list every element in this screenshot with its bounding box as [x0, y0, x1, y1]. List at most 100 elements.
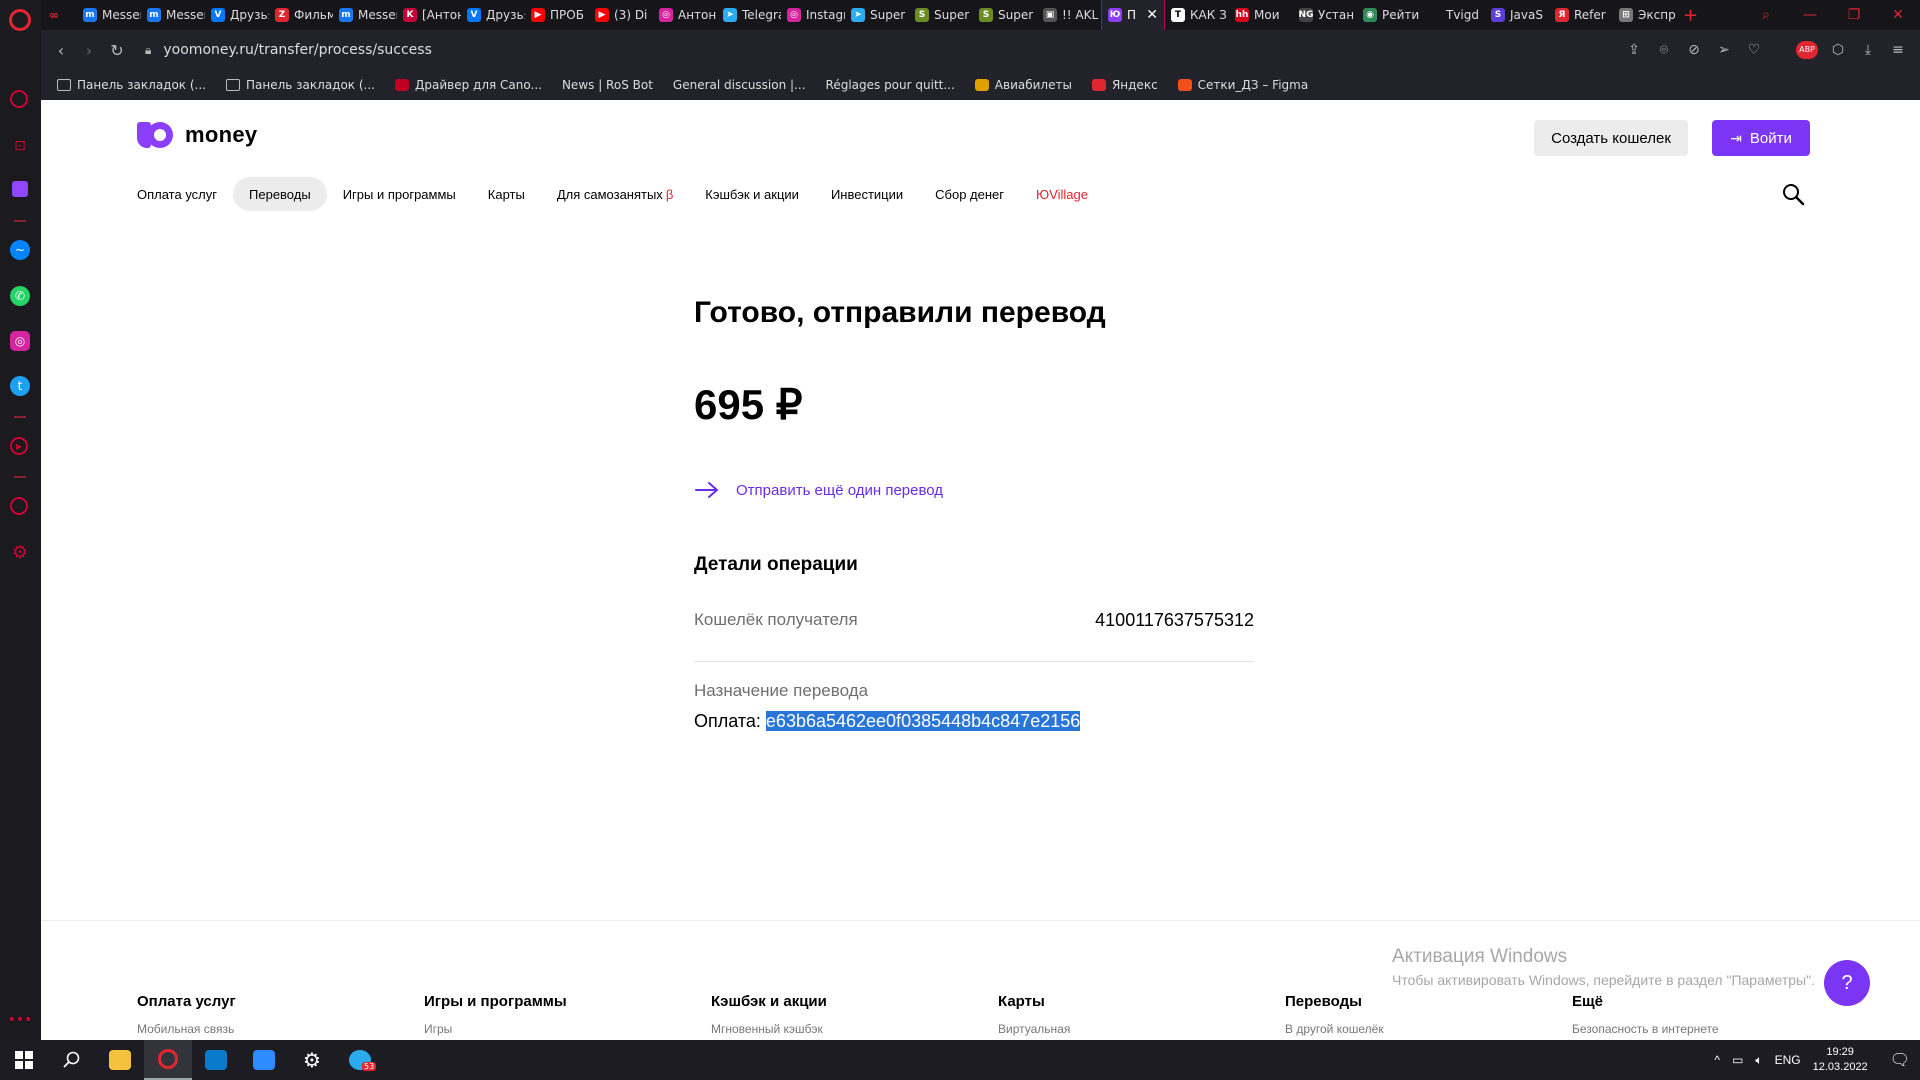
browser-tab[interactable]: ◎ Instagram: [781, 0, 845, 30]
send-again-link[interactable]: Отправить ещё один перевод: [694, 481, 943, 499]
windows-start-icon[interactable]: [0, 1040, 48, 1080]
footer-column-title[interactable]: Переводы: [1285, 993, 1572, 1010]
settings-taskbar-icon[interactable]: ⚙: [288, 1040, 336, 1080]
nav-item[interactable]: Инвестиции: [815, 177, 919, 211]
help-button[interactable]: ?: [1824, 960, 1870, 1006]
whatsapp-icon[interactable]: ✆: [10, 286, 30, 306]
notifications-icon[interactable]: 🗨︎: [1890, 1050, 1910, 1070]
browser-tab[interactable]: hh Мои: [1229, 0, 1293, 30]
browser-tab[interactable]: Z Фильмы: [269, 0, 333, 30]
nav-item[interactable]: Переводы: [233, 177, 327, 211]
workspace-icon[interactable]: ∞: [41, 0, 77, 30]
nav-item[interactable]: Карты: [472, 177, 541, 211]
nav-item[interactable]: Игры и программы: [327, 177, 472, 211]
footer-column-title[interactable]: Игры и программы: [424, 993, 711, 1010]
extensions-cube-icon[interactable]: ⬡: [1828, 42, 1848, 58]
restore-icon[interactable]: ❐: [1832, 7, 1876, 23]
clock[interactable]: 19:29 12.03.2022: [1813, 1045, 1868, 1075]
settings-gear-icon[interactable]: ⚙: [10, 542, 30, 563]
opera-logo-icon[interactable]: [9, 9, 31, 31]
browser-tab[interactable]: Ю П ✕: [1101, 0, 1165, 30]
tray-chevron-icon[interactable]: ^: [1714, 1053, 1720, 1067]
browser-tab[interactable]: Я Refer: [1549, 0, 1613, 30]
bookmark-item[interactable]: General discussion |...: [673, 78, 806, 92]
nav-item[interactable]: Для самозанятых β: [541, 177, 689, 211]
opera-taskbar-icon[interactable]: [144, 1040, 192, 1080]
shopping-bag-icon[interactable]: ⊡: [10, 136, 30, 156]
reload-icon[interactable]: ↻: [103, 41, 131, 60]
browser-tab[interactable]: m Messenger: [77, 0, 141, 30]
yoomoney-logo[interactable]: money: [137, 122, 257, 148]
instagram-icon[interactable]: ◎: [10, 331, 30, 351]
browser-tab[interactable]: ▣ !! AKL: [1037, 0, 1101, 30]
browser-tab[interactable]: ⊞ Экспр: [1613, 0, 1677, 30]
send-icon[interactable]: ➢: [1714, 42, 1734, 58]
file-explorer-icon[interactable]: [96, 1040, 144, 1080]
browser-tab[interactable]: Tvigd: [1421, 0, 1485, 30]
footer-column-title[interactable]: Карты: [998, 993, 1285, 1010]
footer-column-title[interactable]: Кэшбэк и акции: [711, 993, 998, 1010]
heart-icon[interactable]: ♡: [1744, 42, 1764, 58]
share-icon[interactable]: ⇪: [1624, 42, 1644, 58]
vscode-icon[interactable]: [192, 1040, 240, 1080]
footer-link[interactable]: Игры: [424, 1022, 711, 1036]
player-icon[interactable]: ▶: [10, 437, 28, 455]
minimize-icon[interactable]: —: [1788, 7, 1832, 23]
search-tabs-icon[interactable]: ⌕: [1744, 7, 1788, 23]
network-icon[interactable]: ▭: [1732, 1053, 1743, 1067]
footer-column-title[interactable]: Оплата услуг: [137, 993, 424, 1010]
footer-link[interactable]: Безопасность в интернете: [1572, 1022, 1859, 1036]
bookmark-item[interactable]: Панель закладок (...: [57, 78, 206, 92]
browser-tab[interactable]: S JavaS: [1485, 0, 1549, 30]
browser-tab[interactable]: NG Устан: [1293, 0, 1357, 30]
twitch-icon[interactable]: [12, 181, 28, 197]
language-indicator[interactable]: ENG: [1775, 1053, 1801, 1067]
messenger-icon[interactable]: ~: [10, 240, 30, 260]
bookmark-item[interactable]: Яндекс: [1091, 78, 1158, 92]
tab-close-icon[interactable]: ✕: [1146, 7, 1158, 23]
vpn-badge-icon[interactable]: ABP: [1796, 41, 1818, 59]
browser-tab[interactable]: ▶ ПРОБ: [525, 0, 589, 30]
nav-item[interactable]: Оплата услуг: [137, 177, 233, 211]
nav-item[interactable]: ЮVillage: [1020, 177, 1104, 211]
new-tab-plus-icon[interactable]: +: [1683, 5, 1698, 26]
nav-item[interactable]: Кэшбэк и акции: [689, 177, 815, 211]
browser-tab[interactable]: K [Антон: [397, 0, 461, 30]
browser-tab[interactable]: ➤ Super: [845, 0, 909, 30]
volume-icon[interactable]: 🔈︎: [1755, 1053, 1762, 1068]
browser-tab[interactable]: T КАК З: [1165, 0, 1229, 30]
browser-tab[interactable]: V Друзья: [205, 0, 269, 30]
bookmark-item[interactable]: Драйвер для Cano...: [395, 78, 542, 92]
search-icon[interactable]: [1781, 182, 1805, 206]
back-icon[interactable]: ‹: [47, 41, 75, 60]
browser-tab[interactable]: ◎ Антон: [653, 0, 717, 30]
history-icon[interactable]: [10, 497, 28, 515]
url-field[interactable]: yoomoney.ru/transfer/process/success: [163, 42, 431, 58]
bookmark-item[interactable]: Réglages pour quitt...: [826, 78, 955, 92]
browser-tab[interactable]: S Super: [973, 0, 1037, 30]
browser-tab[interactable]: S Super: [909, 0, 973, 30]
speed-dial-icon[interactable]: [10, 90, 28, 108]
menu-icon[interactable]: ≡: [1888, 42, 1908, 58]
create-wallet-button[interactable]: Создать кошелек: [1534, 120, 1688, 156]
browser-tab[interactable]: m Messenger: [333, 0, 397, 30]
browser-tab[interactable]: V Друзья: [461, 0, 525, 30]
browser-tab[interactable]: ▶ (3) Di: [589, 0, 653, 30]
camera-icon[interactable]: ⌾: [1654, 42, 1674, 58]
forward-icon[interactable]: ›: [75, 41, 103, 60]
more-dots-icon[interactable]: •••: [8, 1010, 33, 1030]
login-button[interactable]: ⇥ Войти: [1712, 120, 1810, 156]
bookmark-item[interactable]: Панель закладок (...: [226, 78, 375, 92]
browser-tab[interactable]: ➤ Telegram: [717, 0, 781, 30]
footer-link[interactable]: Мобильная связь: [137, 1022, 424, 1036]
taskbar-search-icon[interactable]: [48, 1040, 96, 1080]
zoom-icon[interactable]: [240, 1040, 288, 1080]
browser-tab[interactable]: ◉ Рейти: [1357, 0, 1421, 30]
bookmark-item[interactable]: News | RoS Bot: [562, 78, 653, 92]
browser-tab[interactable]: m Messenger: [141, 0, 205, 30]
purpose-code-selected[interactable]: e63b6a5462ee0f0385448b4c847e2156: [765, 711, 1081, 731]
telegram-taskbar-icon[interactable]: 53: [336, 1040, 384, 1080]
footer-link[interactable]: Мгновенный кэшбэк: [711, 1022, 998, 1036]
lock-icon[interactable]: 🔒︎: [145, 43, 151, 58]
nav-item[interactable]: Сбор денег: [919, 177, 1020, 211]
